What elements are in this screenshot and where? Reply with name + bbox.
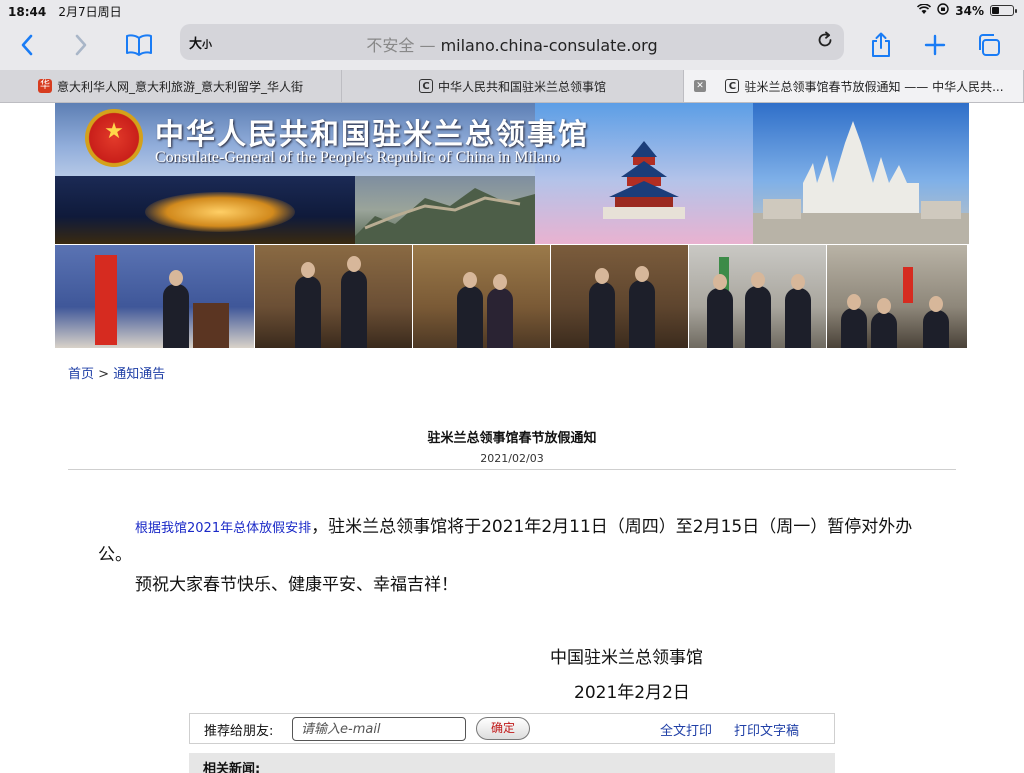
person-figure (707, 274, 733, 348)
browser-toolbar: 大小 不安全 — milano.china-consulate.org (0, 20, 1024, 70)
great-wall-image (355, 176, 535, 244)
consulate-favicon: C (725, 79, 740, 93)
person-figure (785, 274, 811, 348)
title-divider (68, 469, 956, 470)
site-banner: 中华人民共和国驻米兰总领事馆 Consulate-General of the … (55, 103, 969, 244)
confirm-button[interactable]: 确定 (476, 717, 530, 740)
breadcrumb-separator: > (94, 367, 114, 382)
print-text-link[interactable]: 打印文字稿 (734, 720, 799, 739)
birds-nest-image (55, 176, 355, 244)
battery-icon (990, 5, 1017, 16)
banner-title-en: Consulate-General of the People's Republ… (155, 149, 561, 166)
person-figure (487, 274, 513, 348)
web-page: 中华人民共和国驻米兰总领事馆 Consulate-General of the … (0, 103, 1024, 773)
tab-label: 驻米兰总领事馆春节放假通知 —— 中华人民共... (744, 79, 1004, 94)
tab-label: 中华人民共和国驻米兰总领事馆 (437, 79, 606, 94)
banner-title-cn: 中华人民共和国驻米兰总领事馆 (155, 117, 590, 151)
tab-bar: 华 意大利华人网_意大利旅游_意大利留学_华人街 C 中华人民共和国驻米兰总领事… (0, 70, 1024, 103)
article-signature: 中国驻米兰总领事馆 (550, 648, 703, 668)
breadcrumb-section-link[interactable]: 通知通告 (113, 367, 165, 382)
national-emblem-icon (85, 109, 143, 167)
person-figure (163, 270, 189, 348)
person-figure (341, 256, 367, 348)
address-bar[interactable]: 大小 不安全 — milano.china-consulate.org (180, 24, 844, 60)
orientation-lock-icon (937, 3, 949, 18)
article-paragraph-1: 根据我馆2021年总体放假安排，驻米兰总领事馆将于2021年2月11日（周四）至… (98, 514, 938, 568)
bookmarks-icon[interactable] (122, 28, 156, 62)
photo-event-1 (55, 245, 254, 348)
article-date: 2021/02/03 (480, 452, 544, 465)
person-figure (589, 268, 615, 348)
tab-consulate-home[interactable]: C 中华人民共和国驻米兰总领事馆 (342, 70, 684, 102)
article-sign-date: 2021年2月2日 (574, 683, 690, 703)
person-figure (923, 296, 949, 348)
person-figure (457, 272, 483, 348)
tab-label: 意大利华人网_意大利旅游_意大利留学_华人街 (56, 79, 303, 94)
url-host: milano.china-consulate.org (440, 36, 658, 55)
share-bar: 推荐给朋友: 确定 全文打印 打印文字稿 (189, 713, 835, 744)
holiday-schedule-link[interactable]: 根据我馆2021年总体放假安排 (135, 521, 311, 536)
photo-event-6 (827, 245, 967, 348)
person-figure (871, 298, 897, 348)
back-icon[interactable] (10, 28, 44, 62)
breadcrumb: 首页 > 通知通告 (68, 363, 165, 382)
print-full-link[interactable]: 全文打印 (660, 720, 712, 739)
tab-huarenjie[interactable]: 华 意大利华人网_意大利旅游_意大利留学_华人街 (0, 70, 342, 102)
insecure-label: 不安全 — (366, 36, 436, 55)
close-tab-icon[interactable]: ✕ (694, 80, 706, 92)
url-display[interactable]: 不安全 — milano.china-consulate.org (180, 32, 844, 56)
related-news-header: 相关新闻: (189, 753, 835, 773)
share-label: 推荐给朋友: (204, 724, 274, 739)
tab-holiday-notice[interactable]: ✕ C 驻米兰总领事馆春节放假通知 —— 中华人民共... (684, 70, 1024, 102)
consulate-favicon: C (418, 79, 433, 93)
photo-strip (55, 245, 969, 348)
battery-percent: 34% (955, 3, 984, 18)
wifi-icon (917, 2, 932, 18)
reload-icon[interactable] (816, 31, 834, 54)
flag-image (903, 267, 913, 303)
milan-duomo-image (753, 103, 969, 244)
person-figure (841, 294, 867, 348)
battery-fill (992, 7, 999, 14)
podium-image (193, 303, 229, 348)
photo-event-5 (689, 245, 826, 348)
email-input[interactable] (292, 717, 466, 741)
status-date: 2月7日周日 (58, 5, 122, 19)
person-figure (629, 266, 655, 348)
photo-event-3 (413, 245, 550, 348)
status-bar: 18:44 2月7日周日 34% (0, 0, 1024, 20)
article-title: 驻米兰总领事馆春节放假通知 (427, 431, 597, 446)
status-time-date: 18:44 2月7日周日 (8, 3, 122, 20)
huarenjie-favicon: 华 (37, 79, 52, 93)
person-figure (295, 262, 321, 348)
article-paragraph-2: 预祝大家春节快乐、健康平安、幸福吉祥！ (135, 575, 458, 595)
tabs-overview-icon[interactable] (972, 28, 1006, 62)
photo-event-4 (551, 245, 688, 348)
photo-event-2 (255, 245, 412, 348)
status-time: 18:44 (8, 5, 47, 19)
status-indicators: 34% (917, 2, 1017, 18)
breadcrumb-home-link[interactable]: 首页 (68, 367, 94, 382)
person-figure (745, 272, 771, 348)
share-icon[interactable] (864, 28, 898, 62)
forward-icon[interactable] (64, 28, 98, 62)
flag-image (95, 255, 117, 345)
new-tab-icon[interactable] (918, 28, 952, 62)
